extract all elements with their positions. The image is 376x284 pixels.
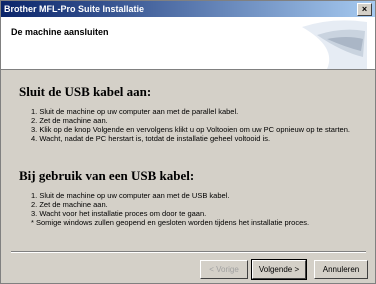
step-line: 2. Zet de machine aan. [31,200,108,209]
step-line: 3. Klik op de knop Volgende en vervolgen… [31,125,350,134]
back-button[interactable]: < Vorige [200,260,248,279]
wizard-header: De machine aansluiten [1,17,375,70]
section-heading-usb-usage: Bij gebruik van een USB kabel: [19,168,195,183]
wizard-content: Sluit de USB kabel aan: 1. Sluit de mach… [1,70,375,240]
window-title: Brother MFL-Pro Suite Installatie [4,4,145,14]
section-usb-usage-steps: 1. Sluit de machine op uw computer aan m… [31,191,361,227]
header-decoration-icon [302,20,367,69]
step-line: 1. Sluit de machine op uw computer aan m… [31,107,239,116]
cancel-button[interactable]: Annuleren [314,260,368,279]
step-line: 4. Wacht, nadat de PC herstart is, totda… [31,134,271,143]
note-line: * Somige windows zullen geopend en geslo… [31,218,310,227]
step-line: 1. Sluit de machine op uw computer aan m… [31,191,230,200]
step-line: 2. Zet de machine aan. [31,116,108,125]
header-title: De machine aansluiten [11,27,109,37]
section-heading-usb-connect: Sluit de USB kabel aan: [19,84,152,99]
footer-divider [11,251,366,253]
next-button[interactable]: Volgende > [251,259,307,280]
section-usb-connect-steps: 1. Sluit de machine op uw computer aan m… [31,107,361,143]
close-button[interactable]: × [357,3,372,16]
installer-window: Brother MFL-Pro Suite Installatie × De m… [0,0,376,284]
title-bar[interactable]: Brother MFL-Pro Suite Installatie × [1,1,375,17]
step-line: 3. Wacht voor het installatie proces om … [31,209,207,218]
